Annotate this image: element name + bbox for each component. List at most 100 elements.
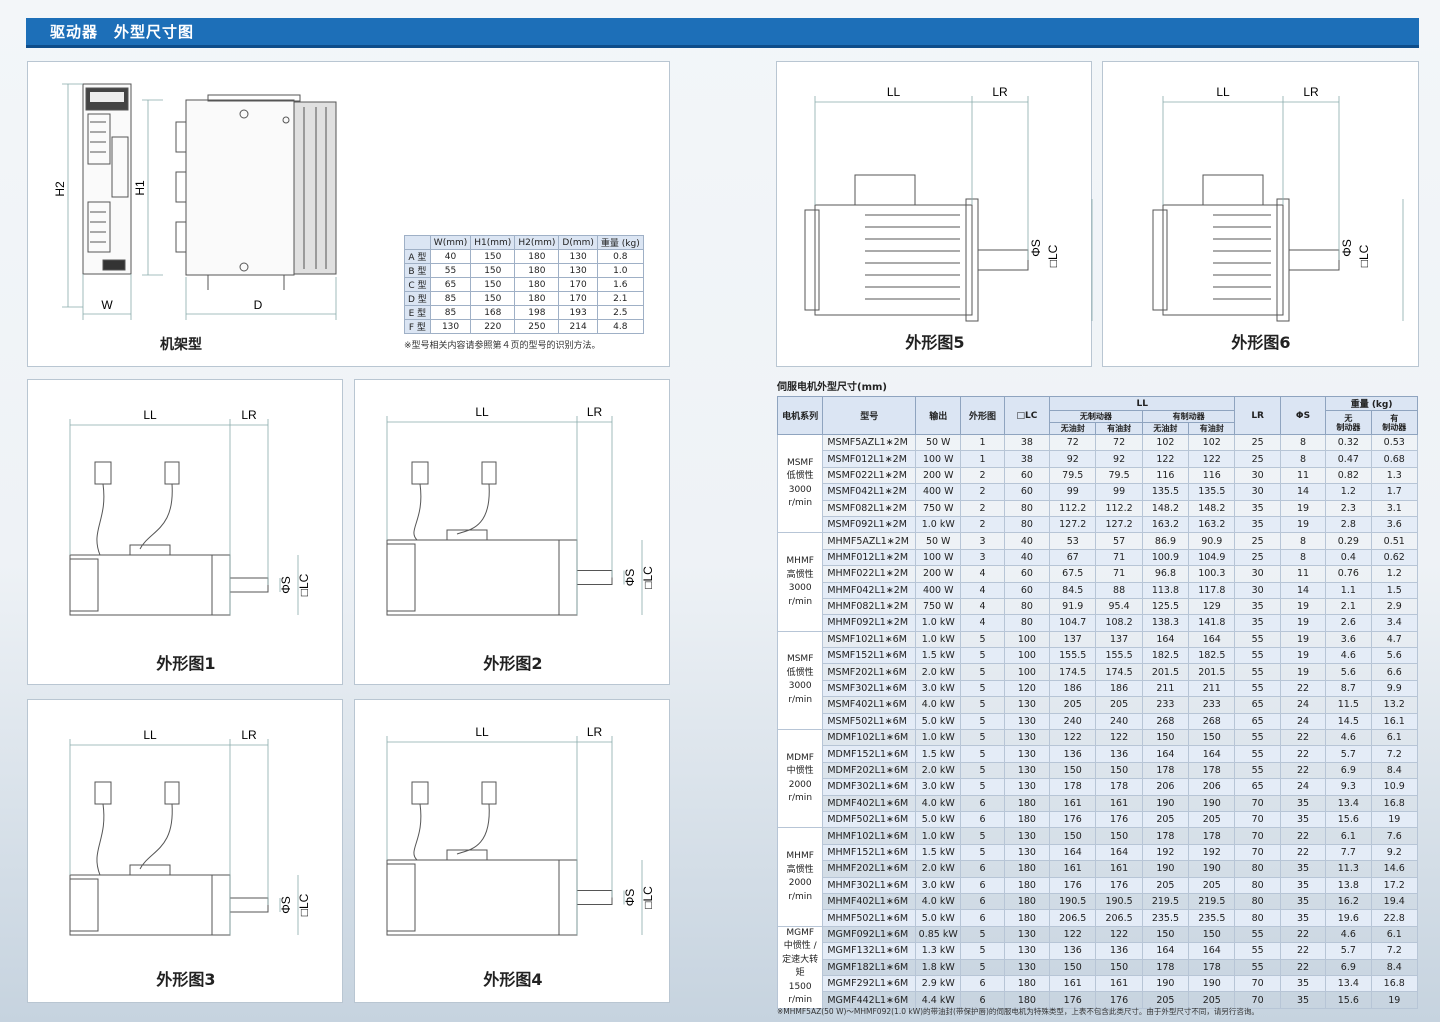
table-cell: 180: [1003, 860, 1051, 878]
table-cell: 240: [1049, 712, 1097, 731]
table-cell: 53: [1049, 532, 1097, 550]
table-cell: 205: [1188, 810, 1236, 829]
table-cell: 130: [429, 319, 472, 334]
table-cell: 2.0 kW: [915, 860, 962, 878]
cable: [139, 483, 173, 550]
table-cell: 182.5: [1141, 647, 1190, 665]
table-cell: 2: [960, 515, 1005, 534]
table-cell: 60: [1003, 565, 1051, 583]
table-cell: 178: [1188, 827, 1236, 845]
table-cell: 14.5: [1325, 712, 1372, 731]
table-cell: 65: [1234, 696, 1281, 714]
table-header: H1(mm): [470, 235, 516, 250]
motor-drawing-3: LL LR ΦS □LC: [69, 728, 311, 936]
table-cell: 9.2: [1370, 843, 1419, 862]
table-cell: 178: [1141, 958, 1190, 976]
table-row: C 型 65 150 180 170 1.6: [404, 277, 644, 292]
model-cell: MHMF092L1∗2M: [822, 614, 917, 632]
table-cell: 176: [1095, 810, 1143, 829]
table-cell: 55: [1234, 630, 1281, 649]
table-cell: 164: [1141, 942, 1190, 960]
model-cell: MDMF202L1∗6M: [822, 761, 917, 780]
connector: [481, 461, 497, 485]
table-cell: 13.8: [1325, 876, 1372, 894]
table-cell: 127.2: [1095, 515, 1143, 534]
table-cell: 100: [1003, 630, 1051, 649]
table-cell: 5: [960, 745, 1005, 763]
table-row: MHMF082L1∗2M 750 W 4 80 91.9 95.4 125.5 129 35 19…: [778, 597, 1419, 616]
table-cell: 8: [1279, 532, 1327, 550]
table-cell: 0.82: [1325, 466, 1372, 485]
table-cell: 161: [1095, 974, 1143, 993]
table-cell: 198: [514, 305, 560, 320]
table-cell: 205: [1141, 876, 1190, 894]
table-cell: 130: [1003, 827, 1051, 845]
table-cell: 136: [1049, 942, 1097, 960]
table-cell: 150: [470, 291, 516, 306]
table-cell: 161: [1049, 974, 1097, 993]
table-cell: 182.5: [1188, 647, 1236, 665]
table-cell: 4.0 kW: [915, 696, 962, 714]
cable: [413, 803, 422, 861]
table-cell: 3.0 kW: [915, 778, 962, 796]
connector: [411, 461, 429, 485]
table-cell: 24: [1279, 696, 1327, 714]
table-cell: 1.2: [1370, 565, 1419, 583]
table-cell: 176: [1095, 876, 1143, 894]
table-cell: 219.5: [1188, 892, 1236, 911]
dim-ll-label: LL: [475, 405, 489, 419]
table-cell: 1.3 kW: [915, 942, 962, 960]
table-cell: 30: [1234, 483, 1281, 501]
table-cell: 1.3: [1370, 466, 1419, 485]
table-row: MDMF402L1∗6M 4.0 kW 6 180 161 161 190 190 70 35 13…: [778, 794, 1419, 812]
table-cell: 60: [1003, 581, 1051, 599]
table-cell: 5.7: [1325, 942, 1372, 960]
encoder-box: [446, 529, 488, 541]
model-cell: MHMF502L1∗6M: [822, 909, 917, 927]
motor-drawing-6: LL LR ΦS □LC: [1152, 85, 1404, 322]
table-cell: 268: [1188, 712, 1236, 731]
table-cell: 6.6: [1370, 663, 1419, 681]
connector: [164, 461, 180, 485]
table-cell: 0.53: [1370, 433, 1419, 452]
table-cell: 16.2: [1325, 892, 1372, 911]
table-cell: 150: [470, 249, 516, 264]
table-cell: 55: [1234, 761, 1281, 780]
table-cell: 80: [1234, 892, 1281, 911]
header-weight: 重量 (kg): [1325, 396, 1418, 411]
table-cell: 219.5: [1141, 892, 1190, 911]
table-header: H2(mm): [514, 235, 560, 250]
table-cell: 19: [1279, 499, 1327, 517]
table-row: MGMF292L1∗6M 2.9 kW 6 180 161 161 190 190 70 35 13…: [778, 974, 1419, 993]
series-cell: MSMF 低惯性 3000 r/min: [776, 433, 824, 534]
table-row: MSMF 低惯性 3000 r/min MSMF102L1∗6M 1.0 kW 5 10…: [776, 630, 1419, 731]
table-cell: 4.6: [1325, 925, 1372, 944]
table-cell: 19: [1279, 515, 1327, 534]
table-cell: 2: [960, 499, 1005, 517]
table-cell: 116: [1141, 466, 1190, 485]
table-cell: 163.2: [1188, 515, 1236, 534]
table-row: D 型 85 150 180 170 2.1: [404, 291, 644, 306]
table-cell: 5: [960, 925, 1005, 944]
table-cell: 55: [1234, 729, 1281, 747]
table-row: MHMF402L1∗6M 4.0 kW 6 180 190.5 190.5 219.5 219…: [778, 892, 1419, 911]
frame-type-cell: E 型: [404, 305, 431, 320]
table-cell: 170: [558, 291, 598, 306]
motor-rear-cover: [69, 558, 99, 612]
table-cell: 168: [470, 305, 516, 320]
table-cell: 6.1: [1370, 925, 1419, 944]
table-cell: 164: [1095, 843, 1143, 862]
table-row: MHMF022L1∗2M 200 W 4 60 67.5 71 96.8 100.3 30 11 0…: [778, 565, 1419, 583]
table-row: MSMF402L1∗6M 4.0 kW 5 130 205 205 233 233 65 24 11…: [778, 696, 1419, 714]
frame-type-cell: F 型: [404, 319, 431, 334]
table-cell: 2.9: [1370, 597, 1419, 616]
table-cell: 104.7: [1049, 614, 1097, 632]
table-row: MSMF202L1∗6M 2.0 kW 5 100 174.5 174.5 201.5 201…: [778, 663, 1419, 681]
table-cell: 65: [1234, 778, 1281, 796]
table-cell: 205: [1049, 696, 1097, 714]
figure-panel-4: LL LR ΦS □LC 外形图4: [354, 699, 670, 1003]
table-cell: 55: [1234, 663, 1281, 681]
series-cell: MHMF 高惯性 3000 r/min: [776, 532, 824, 632]
cable: [456, 483, 490, 535]
table-cell: 206.5: [1095, 909, 1143, 927]
